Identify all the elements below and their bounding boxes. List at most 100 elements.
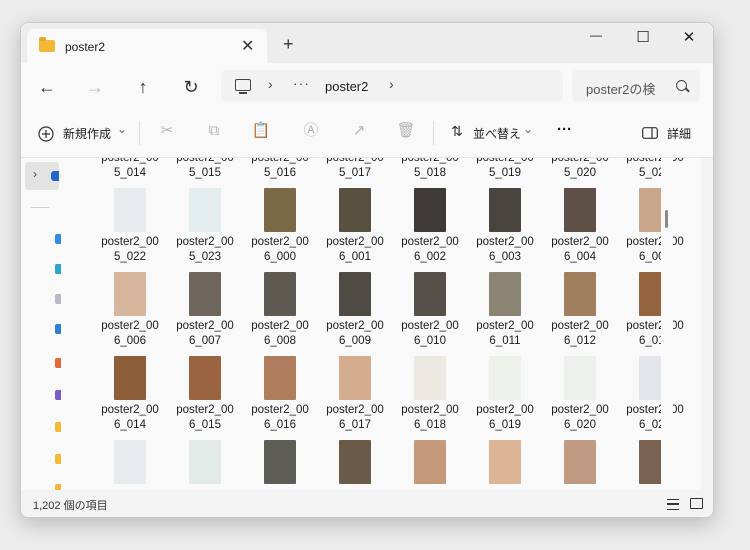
- file-item[interactable]: poster2_00 6_007: [170, 272, 240, 349]
- file-item[interactable]: poster2_00 6_008: [245, 272, 315, 349]
- file-item[interactable]: [395, 440, 465, 484]
- file-thumbnail[interactable]: [114, 188, 146, 232]
- file-item[interactable]: poster2_00 6_020: [545, 356, 615, 433]
- forward-button[interactable]: →: [85, 77, 105, 97]
- file-item[interactable]: poster2_00 5_019: [470, 158, 540, 181]
- file-thumbnail[interactable]: [114, 440, 146, 484]
- file-item[interactable]: poster2_00 6_011: [470, 272, 540, 349]
- file-thumbnail[interactable]: [414, 440, 446, 484]
- file-thumbnail[interactable]: [189, 440, 221, 484]
- file-thumbnail[interactable]: [189, 272, 221, 316]
- file-thumbnail[interactable]: [564, 356, 596, 400]
- large-icons-view-icon[interactable]: [690, 498, 703, 509]
- file-thumbnail[interactable]: [339, 356, 371, 400]
- details-button[interactable]: 詳細: [667, 125, 691, 142]
- file-thumbnail[interactable]: [114, 272, 146, 316]
- close-window-button[interactable]: ✕: [674, 28, 704, 48]
- file-thumbnail[interactable]: [114, 356, 146, 400]
- minimize-button[interactable]: —: [581, 28, 611, 48]
- file-thumbnail[interactable]: [339, 440, 371, 484]
- chevron-down-icon[interactable]: ⌄: [117, 122, 127, 136]
- nav-item-selected[interactable]: ›: [25, 162, 59, 190]
- file-item[interactable]: poster2_00 6_013: [620, 272, 690, 349]
- file-item[interactable]: [470, 440, 540, 484]
- details-pane-icon[interactable]: [642, 127, 658, 139]
- file-thumbnail[interactable]: [489, 356, 521, 400]
- file-thumbnail[interactable]: [339, 272, 371, 316]
- file-item[interactable]: poster2_00 6_010: [395, 272, 465, 349]
- rename-icon[interactable]: Ⓐ: [301, 121, 321, 141]
- chevron-right-icon[interactable]: ›: [268, 76, 273, 92]
- details-view-icon[interactable]: [667, 499, 679, 510]
- navigation-pane[interactable]: ›: [21, 158, 61, 494]
- file-thumbnail[interactable]: [489, 440, 521, 484]
- file-thumbnail[interactable]: [264, 188, 296, 232]
- sort-button[interactable]: 並べ替え: [473, 125, 521, 142]
- breadcrumb-poster2[interactable]: poster2: [325, 79, 368, 94]
- file-thumbnail[interactable]: [564, 188, 596, 232]
- file-item[interactable]: poster2_00 6_012: [545, 272, 615, 349]
- file-item[interactable]: poster2_00 6_004: [545, 188, 615, 265]
- file-item[interactable]: poster2_00 6_014: [95, 356, 165, 433]
- file-item[interactable]: poster2_00 6_019: [470, 356, 540, 433]
- file-item[interactable]: [620, 440, 690, 484]
- address-bar[interactable]: › ··· poster2 ›: [221, 70, 563, 102]
- this-pc-icon[interactable]: [235, 79, 251, 94]
- file-item[interactable]: poster2_00 6_001: [320, 188, 390, 265]
- file-item[interactable]: poster2_00 6_005: [620, 188, 690, 265]
- file-thumbnail[interactable]: [264, 356, 296, 400]
- close-tab-icon[interactable]: ✕: [241, 36, 254, 56]
- file-item[interactable]: [170, 440, 240, 484]
- file-item[interactable]: poster2_00 6_015: [170, 356, 240, 433]
- cut-icon[interactable]: ✂: [157, 121, 177, 141]
- chevron-right-icon[interactable]: ›: [389, 76, 394, 92]
- address-overflow-button[interactable]: ···: [293, 75, 310, 91]
- file-item[interactable]: poster2_00 5_021: [620, 158, 690, 181]
- search-box[interactable]: poster2の検: [572, 70, 700, 102]
- file-thumbnail[interactable]: [564, 440, 596, 484]
- file-item[interactable]: poster2_00 5_020: [545, 158, 615, 181]
- chevron-right-icon[interactable]: ›: [33, 167, 37, 181]
- file-item[interactable]: poster2_00 5_017: [320, 158, 390, 181]
- file-item[interactable]: [95, 440, 165, 484]
- chevron-down-icon[interactable]: ⌄: [523, 122, 533, 136]
- file-thumbnail[interactable]: [264, 272, 296, 316]
- file-item[interactable]: poster2_00 5_014: [95, 158, 165, 181]
- copy-icon[interactable]: ⧉: [204, 121, 224, 141]
- file-item[interactable]: poster2_00 5_023: [170, 188, 240, 265]
- back-button[interactable]: ←: [37, 77, 57, 97]
- new-plus-icon[interactable]: [38, 126, 54, 142]
- file-thumbnail[interactable]: [264, 440, 296, 484]
- share-icon[interactable]: ↗: [349, 121, 369, 141]
- file-thumbnail[interactable]: [489, 188, 521, 232]
- tab-poster2[interactable]: poster2 ✕: [27, 29, 267, 63]
- file-item[interactable]: poster2_00 6_018: [395, 356, 465, 433]
- file-thumbnail[interactable]: [564, 272, 596, 316]
- paste-icon[interactable]: 📋: [251, 121, 271, 141]
- delete-icon[interactable]: 🗑: [396, 121, 416, 141]
- file-thumbnail[interactable]: [489, 272, 521, 316]
- file-item[interactable]: poster2_00 6_003: [470, 188, 540, 265]
- file-item[interactable]: [320, 440, 390, 484]
- file-thumbnail[interactable]: [339, 188, 371, 232]
- file-item[interactable]: poster2_00 5_018: [395, 158, 465, 181]
- file-thumbnail[interactable]: [414, 272, 446, 316]
- maximize-button[interactable]: ☐: [628, 28, 658, 48]
- refresh-button[interactable]: ↻: [181, 77, 201, 97]
- file-thumbnail[interactable]: [189, 356, 221, 400]
- file-item[interactable]: poster2_00 5_022: [95, 188, 165, 265]
- file-item[interactable]: poster2_00 6_021: [620, 356, 690, 433]
- file-item[interactable]: [245, 440, 315, 484]
- scrollbar-thumb[interactable]: [665, 210, 668, 228]
- file-item[interactable]: poster2_00 6_000: [245, 188, 315, 265]
- file-thumbnail[interactable]: [189, 188, 221, 232]
- file-thumbnail[interactable]: [414, 188, 446, 232]
- sort-icon[interactable]: ⇅: [447, 121, 467, 141]
- file-item[interactable]: poster2_00 6_009: [320, 272, 390, 349]
- file-item[interactable]: poster2_00 6_002: [395, 188, 465, 265]
- file-item[interactable]: poster2_00 5_015: [170, 158, 240, 181]
- file-item[interactable]: poster2_00 6_016: [245, 356, 315, 433]
- more-options-button[interactable]: ···: [557, 121, 572, 138]
- file-thumbnail[interactable]: [414, 356, 446, 400]
- file-item[interactable]: poster2_00 6_017: [320, 356, 390, 433]
